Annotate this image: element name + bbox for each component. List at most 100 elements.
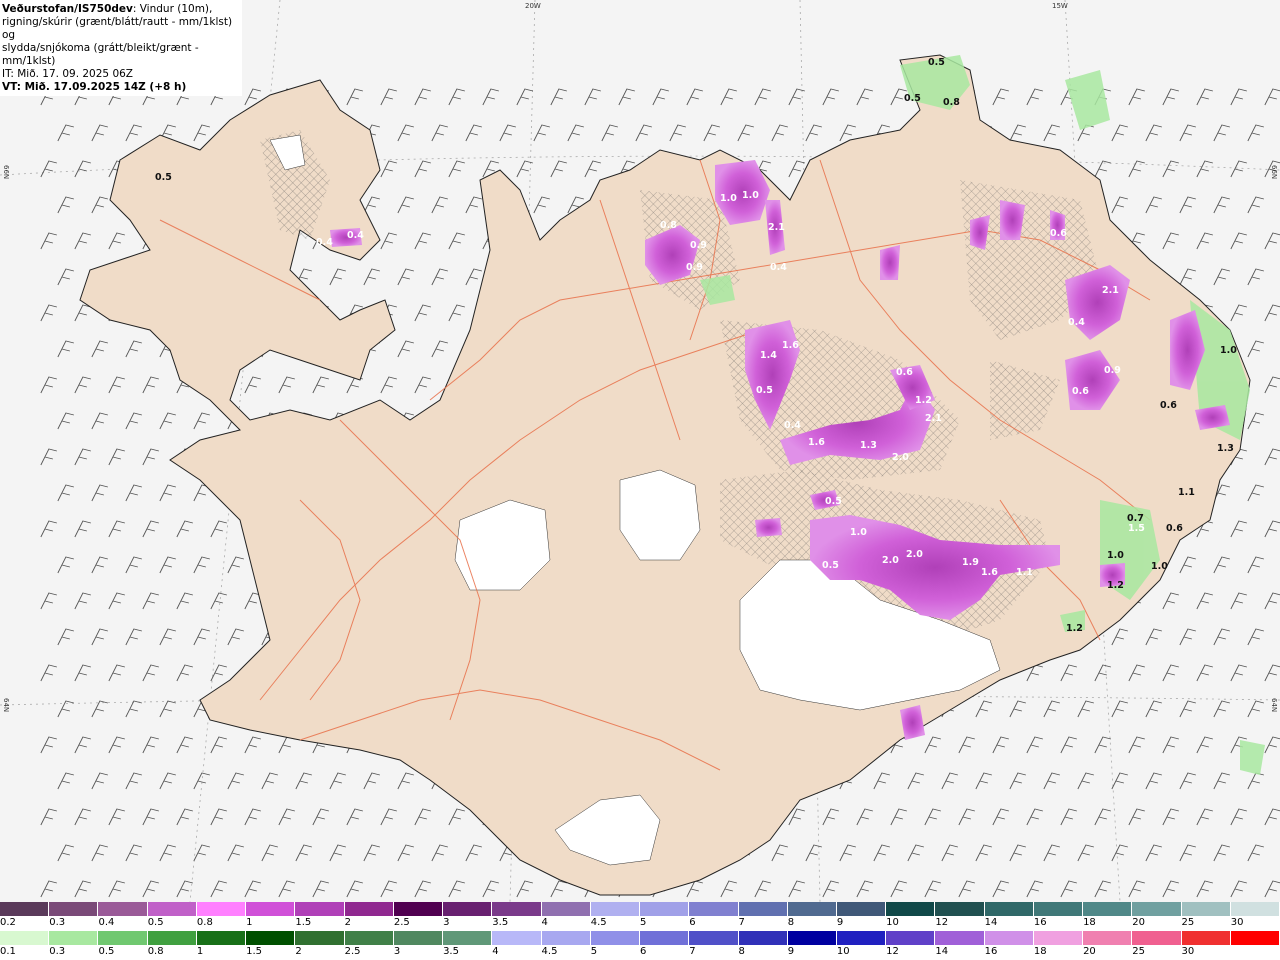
wind-barb xyxy=(1009,844,1026,862)
wind-barb xyxy=(40,160,57,178)
legend-label: 9 xyxy=(787,946,795,957)
wind-barb xyxy=(176,592,193,610)
wind-barb xyxy=(1196,736,1213,754)
wind-barb xyxy=(1111,196,1128,214)
precip-value-label: 1.1 xyxy=(1178,487,1195,498)
wind-barb xyxy=(1162,88,1179,106)
wind-barb xyxy=(1043,124,1060,142)
lat-label-66n-right: 66N xyxy=(1270,165,1278,180)
wind-barb xyxy=(635,124,652,142)
precip-value-label: 0.9 xyxy=(690,240,707,251)
legend-label: 2.5 xyxy=(393,917,410,928)
wind-barb xyxy=(431,196,448,214)
wind-barb xyxy=(1145,196,1162,214)
wind-barb xyxy=(1128,880,1145,898)
legend-label: 0.5 xyxy=(98,946,115,957)
precip-value-label: 0.5 xyxy=(825,496,842,507)
wind-barb xyxy=(91,628,108,646)
legend-swatch xyxy=(689,931,739,945)
legend-label: 16 xyxy=(1033,917,1047,928)
wind-barb xyxy=(329,772,346,790)
legend-swatch xyxy=(886,931,936,945)
wind-barb xyxy=(873,772,890,790)
legend-swatch xyxy=(1033,931,1084,945)
wind-barb xyxy=(74,736,91,754)
wind-barb xyxy=(176,520,193,538)
legend-swatch xyxy=(738,902,788,916)
legend-swatch xyxy=(393,931,444,945)
wind-barb xyxy=(1230,808,1247,826)
snow-legend-bar xyxy=(0,902,1280,916)
wind-barb xyxy=(57,628,74,646)
legend-label: 14 xyxy=(984,917,998,928)
wind-barb xyxy=(1213,268,1230,286)
wind-barb xyxy=(193,556,210,574)
wind-barb xyxy=(1077,700,1094,718)
wind-barb xyxy=(1230,664,1247,682)
wind-barb xyxy=(975,700,992,718)
wind-barb xyxy=(57,124,74,142)
wind-barb xyxy=(1162,808,1179,826)
precip-value-label: 1.1 xyxy=(1016,567,1033,578)
wind-barb xyxy=(1213,556,1230,574)
wind-barb xyxy=(159,556,176,574)
precip-value-label: 1.0 xyxy=(720,193,737,204)
wind-barb xyxy=(720,88,737,106)
wind-barb xyxy=(142,520,159,538)
wind-barb xyxy=(1213,628,1230,646)
wind-barb xyxy=(380,88,397,106)
precip-value-label: 1.3 xyxy=(860,440,877,451)
wind-barb xyxy=(74,304,91,322)
legend-label: 2 xyxy=(295,946,302,957)
wind-barb xyxy=(1230,160,1247,178)
precip-value-label: 1.9 xyxy=(962,557,979,568)
legend-swatch xyxy=(640,931,690,945)
wind-barb xyxy=(57,268,74,286)
wind-barb xyxy=(890,880,907,898)
rain-legend-labels: 0.1 0.3 0.5 0.8 1 1.5 2 2.5 3 3.5 4 4.5 5 6 7 8 9 10 12 14 1… xyxy=(0,946,1280,958)
wind-barb xyxy=(1264,232,1280,250)
wind-barb xyxy=(1264,808,1280,826)
wind-barb xyxy=(1060,808,1077,826)
wind-barb xyxy=(414,232,431,250)
wind-barb xyxy=(193,412,210,430)
wind-barb xyxy=(1043,844,1060,862)
wind-barb xyxy=(1026,808,1043,826)
wind-barb xyxy=(261,844,278,862)
wind-barb xyxy=(1264,664,1280,682)
wind-barb xyxy=(1230,88,1247,106)
wind-barb xyxy=(91,556,108,574)
wind-barb xyxy=(1247,628,1264,646)
wind-barb xyxy=(856,88,873,106)
legend-label: 0.5 xyxy=(147,917,164,928)
wind-barb xyxy=(74,808,91,826)
wind-barb xyxy=(975,772,992,790)
wind-barb xyxy=(1179,772,1196,790)
legend-swatch xyxy=(1033,902,1084,916)
wind-barb xyxy=(1213,844,1230,862)
wind-barb xyxy=(142,664,159,682)
wind-barb xyxy=(1162,160,1179,178)
wind-barb xyxy=(1145,700,1162,718)
wind-barb xyxy=(1094,808,1111,826)
wind-barb xyxy=(244,736,261,754)
wind-barb xyxy=(550,88,567,106)
wind-barb xyxy=(1060,880,1077,898)
wind-barb xyxy=(244,880,261,898)
wind-barb xyxy=(448,232,465,250)
legend-label: 5 xyxy=(640,917,647,928)
wind-barb xyxy=(312,376,329,394)
wind-barb xyxy=(1128,664,1145,682)
precip-value-label: 0.8 xyxy=(943,97,960,108)
wind-barb xyxy=(652,88,669,106)
wind-barb xyxy=(482,88,499,106)
wind-barb xyxy=(346,808,363,826)
precip-value-label: 0.6 xyxy=(1160,400,1177,411)
wind-barb xyxy=(40,592,57,610)
wind-barb xyxy=(533,124,550,142)
legend-label: 7 xyxy=(689,946,696,957)
wind-barb xyxy=(924,880,941,898)
wind-barb xyxy=(1247,124,1264,142)
wind-barb xyxy=(125,844,142,862)
wind-barb xyxy=(1162,736,1179,754)
